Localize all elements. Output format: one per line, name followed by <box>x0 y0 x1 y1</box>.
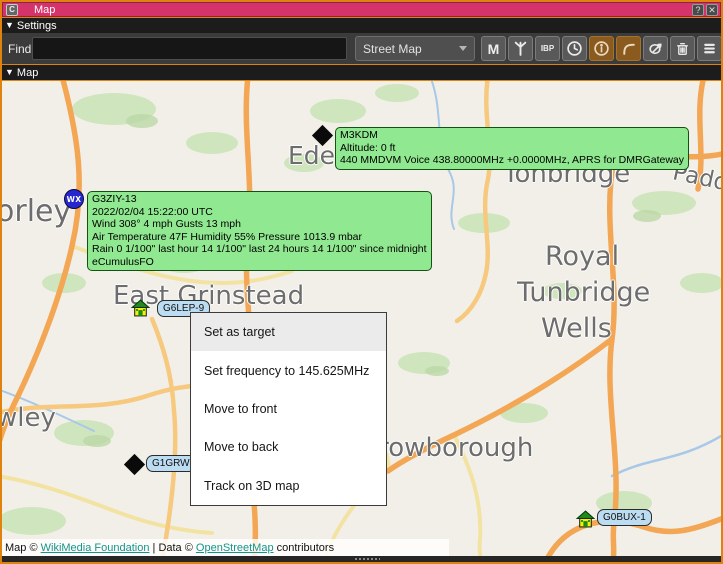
wikimedia-link[interactable]: WikiMedia Foundation <box>41 542 150 554</box>
menu-item-set-frequency[interactable]: Set frequency to 145.625MHz <box>191 351 386 389</box>
menu-item-track-on-3d-map[interactable]: Track on 3D map <box>191 467 386 505</box>
info-line: 2022/02/04 15:22:00 UTC <box>92 206 427 219</box>
clock-button[interactable] <box>562 36 587 61</box>
station-info-m3kdm: M3KDM Altitude: 0 ft 440 MMDVM Voice 438… <box>335 127 689 170</box>
help-button[interactable]: ? <box>692 4 704 16</box>
curve-toggle-button[interactable] <box>616 36 641 61</box>
place-label: Royal <box>545 241 619 272</box>
ibp-button[interactable]: IBP <box>535 36 560 61</box>
map-style-select[interactable]: Street Map <box>355 36 475 61</box>
attribution-text: Map © <box>5 542 41 554</box>
info-line: Wind 308° 4 mph Gusts 13 mph <box>92 218 427 231</box>
clock-icon <box>566 40 583 57</box>
info-line: Rain 0 1/100" last hour 14 1/100" last 2… <box>92 243 427 256</box>
station-marker-g6lep-9[interactable] <box>131 299 150 321</box>
collapse-settings-icon: ▼ <box>5 21 14 30</box>
window-title: Map <box>34 4 55 16</box>
attribution-text: contributors <box>274 542 335 554</box>
station-marker-g3ziy-13[interactable]: WX <box>64 189 84 209</box>
openstreetmap-link[interactable]: OpenStreetMap <box>196 542 274 554</box>
window-controls: ? ✕ <box>692 4 718 16</box>
station-marker-g0bux-1[interactable] <box>576 510 595 532</box>
find-label: Find <box>8 42 31 56</box>
info-line: Altitude: 0 ft <box>340 142 684 155</box>
info-line: 440 MMDVM Voice 438.80000MHz +0.0000MHz,… <box>340 154 684 167</box>
antenna-icon <box>512 40 529 57</box>
menu-button[interactable] <box>697 36 722 61</box>
chevron-down-icon <box>459 46 467 51</box>
loop-track-button[interactable] <box>643 36 668 61</box>
map-style-selected: Street Map <box>363 42 422 56</box>
loop-arrow-icon <box>647 40 664 57</box>
map-header-label: Map <box>17 67 38 79</box>
titlebar[interactable]: C Map ? ✕ <box>2 2 721 17</box>
measure-button[interactable]: M <box>481 36 506 61</box>
delete-button[interactable] <box>670 36 695 61</box>
station-label-g0bux-1[interactable]: G0BUX-1 <box>597 509 652 526</box>
info-toggle-button[interactable] <box>589 36 614 61</box>
place-label: wley <box>2 403 56 433</box>
trash-icon <box>674 40 691 57</box>
settings-section-header[interactable]: ▼ Settings <box>2 18 721 33</box>
settings-toolbar: Find Street Map M IBP <box>2 33 721 64</box>
hamburger-icon <box>701 40 718 57</box>
app-icon: C <box>6 4 18 16</box>
station-label-g1grw[interactable]: G1GRW <box>146 455 196 472</box>
window-bottom-edge <box>2 556 721 562</box>
house-icon <box>576 513 595 532</box>
info-icon <box>593 40 610 57</box>
station-info-g3ziy-13: G3ZIY-13 2022/02/04 15:22:00 UTC Wind 30… <box>87 191 432 271</box>
app-window: C Map ? ✕ ▼ Settings Find Street Map M I… <box>0 0 723 564</box>
info-line: M3KDM <box>340 129 684 142</box>
info-line: G3ZIY-13 <box>92 193 427 206</box>
close-button[interactable]: ✕ <box>706 4 718 16</box>
menu-item-set-as-target[interactable]: Set as target <box>191 313 386 351</box>
menu-item-move-to-front[interactable]: Move to front <box>191 390 386 428</box>
collapse-map-icon: ▼ <box>5 68 14 77</box>
house-icon <box>131 302 150 321</box>
info-line: eCumulusFO <box>92 256 427 269</box>
curve-icon <box>620 40 637 57</box>
resize-grip[interactable] <box>354 557 380 561</box>
place-label: Wells <box>541 313 612 344</box>
map-section-header[interactable]: ▼ Map <box>2 65 721 80</box>
antenna-button[interactable] <box>508 36 533 61</box>
map-attribution: Map © WikiMedia Foundation | Data © Open… <box>2 539 449 556</box>
map-canvas[interactable]: orley Edenbridge Tonbridge Paddock Royal… <box>2 81 721 556</box>
find-input[interactable] <box>32 37 347 60</box>
place-label: Tunbridge <box>517 277 650 308</box>
place-label: orley <box>2 194 71 229</box>
context-menu: Set as target Set frequency to 145.625MH… <box>190 312 387 506</box>
attribution-text: | Data © <box>149 542 195 554</box>
info-line: Air Temperature 47F Humidity 55% Pressur… <box>92 231 427 244</box>
settings-header-label: Settings <box>17 20 57 32</box>
menu-item-move-to-back[interactable]: Move to back <box>191 428 386 466</box>
